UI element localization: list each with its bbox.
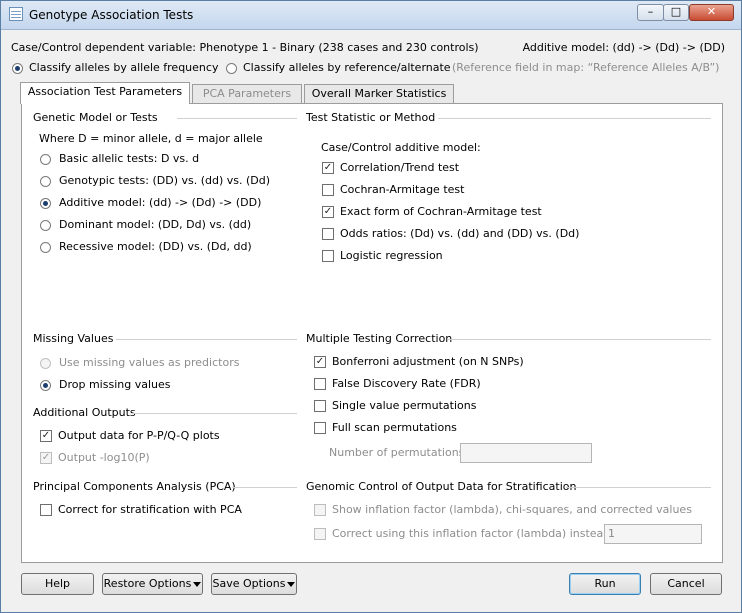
tab-pca-parameters[interactable]: PCA Parameters [192, 84, 302, 104]
full-scan-permutations-checkbox[interactable] [314, 422, 326, 434]
dialog-body: Case/Control dependent variable: Phenoty… [9, 33, 733, 605]
divider [177, 118, 297, 119]
cochran-armitage-checkbox[interactable] [322, 184, 334, 196]
maximize-button[interactable]: □ [663, 4, 689, 21]
exact-cochran-armitage-checkbox[interactable]: ✓ [322, 206, 334, 218]
restore-options-button[interactable]: Restore Options [102, 573, 203, 595]
show-inflation-label: Show inflation factor (lambda), chi-squa… [332, 503, 692, 516]
recessive-label[interactable]: Recessive model: (DD) vs. (Dd, dd) [59, 240, 252, 253]
genotypic-label[interactable]: Genotypic tests: (DD) vs. (dd) vs. (Dd) [59, 174, 270, 187]
divider [116, 339, 297, 340]
divider [566, 487, 711, 488]
dependent-variable-text: Case/Control dependent variable: Phenoty… [11, 41, 479, 54]
correct-inflation-checkbox[interactable] [314, 528, 326, 540]
genetic-model-note: Where D = minor allele, d = major allele [39, 132, 263, 145]
test-statistic-heading: Test Statistic or Method [306, 111, 436, 124]
tab-overall-marker-statistics[interactable]: Overall Marker Statistics [304, 84, 454, 104]
additive-radio[interactable] [40, 198, 51, 209]
trend-test-label[interactable]: Correlation/Trend test [340, 161, 459, 174]
full-scan-permutations-label[interactable]: Full scan permutations [332, 421, 457, 434]
dominant-radio[interactable] [40, 220, 51, 231]
additive-label[interactable]: Additive model: (dd) -> (Dd) -> (DD) [59, 196, 261, 209]
title-bar[interactable]: Genotype Association Tests – □ ✕ [1, 1, 741, 30]
cancel-button[interactable]: Cancel [650, 573, 722, 595]
divider [438, 118, 711, 119]
dropdown-arrow-icon [193, 581, 202, 587]
pp-qq-plots-label[interactable]: Output data for P-P/Q-Q plots [58, 429, 220, 442]
drop-missing-label[interactable]: Drop missing values [59, 378, 170, 391]
close-button[interactable]: ✕ [689, 4, 734, 21]
classify-frequency-radio[interactable] [12, 63, 23, 74]
bonferroni-label[interactable]: Bonferroni adjustment (on N SNPs) [332, 355, 524, 368]
lambda-input[interactable]: 1 [604, 524, 702, 544]
window-title: Genotype Association Tests [29, 8, 194, 22]
save-options-button[interactable]: Save Options [211, 573, 297, 595]
basic-allelic-label[interactable]: Basic allelic tests: D vs. d [59, 152, 199, 165]
dominant-label[interactable]: Dominant model: (DD, Dd) vs. (dd) [59, 218, 251, 231]
pca-heading: Principal Components Analysis (PCA) [33, 480, 236, 493]
reference-note: (Reference field in map: “Reference Alle… [452, 61, 720, 74]
cochran-armitage-label[interactable]: Cochran-Armitage test [340, 183, 464, 196]
logistic-regression-checkbox[interactable] [322, 250, 334, 262]
classify-frequency-label[interactable]: Classify alleles by allele frequency [29, 61, 218, 74]
dropdown-arrow-icon [287, 581, 296, 587]
restore-options-label: Restore Options [103, 577, 192, 590]
show-inflation-checkbox[interactable] [314, 504, 326, 516]
pca-correction-label[interactable]: Correct for stratification with PCA [58, 503, 242, 516]
missing-values-heading: Missing Values [33, 332, 114, 345]
log10p-label: Output -log10(P) [58, 451, 150, 464]
run-button[interactable]: Run [569, 573, 641, 595]
divider [232, 487, 297, 488]
recessive-radio[interactable] [40, 242, 51, 253]
correct-inflation-label: Correct using this inflation factor (lam… [332, 527, 614, 540]
fdr-label[interactable]: False Discovery Rate (FDR) [332, 377, 481, 390]
tab-association-test-parameters[interactable]: Association Test Parameters [20, 82, 190, 104]
log10p-checkbox[interactable]: ✓ [40, 452, 52, 464]
exact-cochran-armitage-label[interactable]: Exact form of Cochran-Armitage test [340, 205, 542, 218]
permutations-count-label: Number of permutations: [329, 446, 469, 459]
permutations-count-input[interactable] [460, 443, 592, 463]
save-options-label: Save Options [212, 577, 286, 590]
drop-missing-radio[interactable] [40, 380, 51, 391]
tab-panel: Genetic Model or Tests Where D = minor a… [21, 103, 723, 563]
trend-test-checkbox[interactable]: ✓ [322, 162, 334, 174]
genomic-control-heading: Genomic Control of Output Data for Strat… [306, 480, 577, 493]
pca-correction-checkbox[interactable] [40, 504, 52, 516]
fdr-checkbox[interactable] [314, 378, 326, 390]
multiple-testing-heading: Multiple Testing Correction [306, 332, 453, 345]
app-icon [9, 7, 23, 21]
dialog-window: Genotype Association Tests – □ ✕ Case/Co… [0, 0, 742, 613]
divider [132, 413, 297, 414]
genotypic-radio[interactable] [40, 176, 51, 187]
help-button[interactable]: Help [21, 573, 94, 595]
odds-ratios-checkbox[interactable] [322, 228, 334, 240]
minimize-button[interactable]: – [637, 4, 664, 21]
odds-ratios-label[interactable]: Odds ratios: (Dd) vs. (dd) and (DD) vs. … [340, 227, 579, 240]
genetic-model-heading: Genetic Model or Tests [33, 111, 158, 124]
basic-allelic-radio[interactable] [40, 154, 51, 165]
pp-qq-plots-checkbox[interactable]: ✓ [40, 430, 52, 442]
single-value-permutations-checkbox[interactable] [314, 400, 326, 412]
classify-reference-label[interactable]: Classify alleles by reference/alternate [243, 61, 451, 74]
logistic-regression-label[interactable]: Logistic regression [340, 249, 443, 262]
model-summary-text: Additive model: (dd) -> (Dd) -> (DD) [522, 41, 725, 54]
missing-as-predictors-radio[interactable] [40, 358, 51, 369]
additional-outputs-heading: Additional Outputs [33, 406, 136, 419]
single-value-permutations-label[interactable]: Single value permutations [332, 399, 476, 412]
bonferroni-checkbox[interactable]: ✓ [314, 356, 326, 368]
classify-reference-radio[interactable] [226, 63, 237, 74]
divider [448, 339, 711, 340]
missing-as-predictors-label: Use missing values as predictors [59, 356, 240, 369]
test-statistic-subheading: Case/Control additive model: [321, 141, 481, 154]
